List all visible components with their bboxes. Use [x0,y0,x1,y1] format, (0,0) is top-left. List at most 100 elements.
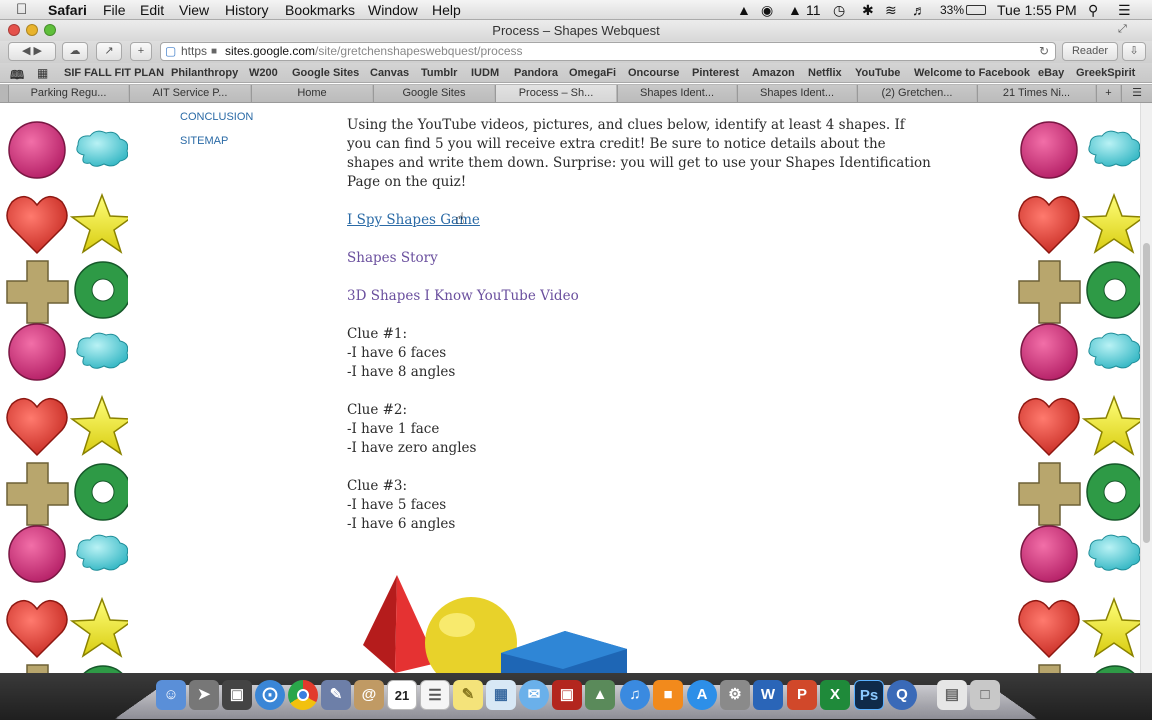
bookmark-item[interactable]: Canvas [370,67,409,79]
photo-icon[interactable]: ▣ [552,680,582,710]
safari-icon[interactable]: ⨀ [255,680,285,710]
menu-help[interactable]: Help [432,2,461,18]
time-machine-icon[interactable]: ◷ [833,2,845,19]
rocket-icon[interactable]: ➤ [189,680,219,710]
scrollbar-thumb[interactable] [1143,243,1150,543]
tab[interactable]: Parking Regu... [8,85,128,102]
stickies-icon[interactable]: ✎ [453,680,483,710]
menu-file[interactable]: File [103,2,126,18]
record-icon[interactable]: ◉ [761,2,773,19]
preview-icon[interactable]: ✎ [321,680,351,710]
wifi-icon[interactable]: ≋ [885,2,897,19]
fullscreen-icon[interactable]: ⤢ [1118,23,1127,36]
top-sites-icon[interactable]: ▦ [37,66,48,80]
tab[interactable]: (2) Gretchen... [857,85,976,102]
tab[interactable]: Shapes Ident... [737,85,856,102]
tab[interactable]: Home [251,85,372,102]
contacts-icon[interactable]: @ [354,680,384,710]
bookmark-item[interactable]: YouTube [855,67,900,79]
menu-window[interactable]: Window [368,2,418,18]
folder-icon[interactable]: ▤ [937,680,967,710]
tab[interactable]: Shapes Ident... [617,85,736,102]
window-titlebar[interactable]: Process – Shapes Webquest [0,20,1152,41]
excel-icon[interactable]: X [820,680,850,710]
photo-booth-icon[interactable]: ▣ [222,680,252,710]
quicktime-icon[interactable]: Q [887,680,917,710]
tab-overview-icon[interactable]: ☰ [1121,85,1152,102]
bookmark-item[interactable]: IUDM [471,67,499,79]
bookmark-item[interactable]: Philanthropy [171,67,238,79]
icloud-tabs-icon[interactable]: ☁ [62,42,88,61]
bookmark-item[interactable]: Pinterest [692,67,739,79]
menu-bookmarks[interactable]: Bookmarks [285,2,355,18]
tab-active[interactable]: Process – Sh... [495,85,616,102]
iphoto-icon[interactable]: ▲ [585,680,615,710]
reload-icon[interactable]: ↻ [1039,43,1049,60]
url-path: /site/gretchenshapeswebquest/process [315,44,523,58]
bookmark-item[interactable]: Amazon [752,67,795,79]
excel-label: X [829,686,840,703]
notification-icon[interactable]: ▲ [737,2,751,18]
bookmark-item[interactable]: Netflix [808,67,842,79]
apple-icon[interactable]:  [16,1,27,18]
youtube-video-link[interactable]: 3D Shapes I Know YouTube Video [347,287,947,306]
finder-icon[interactable]: ☺ [156,680,186,710]
bookmark-item[interactable]: OmegaFi [569,67,616,79]
ibooks-icon[interactable]: ■ [653,680,683,710]
menu-app-name[interactable]: Safari [48,2,87,18]
vertical-scrollbar[interactable] [1140,103,1152,673]
itunes-icon[interactable]: ♫ [620,680,650,710]
clock[interactable]: Tue 1:55 PM [997,2,1077,18]
back-forward-buttons[interactable]: ◀ ▶ [8,42,56,61]
address-bar[interactable]: ▢ https ■ sites.google.com/site/gretchen… [160,42,1056,61]
zoom-window-button[interactable] [44,24,56,36]
bookmark-item[interactable]: GreekSpirit [1076,67,1135,79]
nav-conclusion-link[interactable]: CONCLUSION [180,111,253,123]
shapes-border-left [6,121,128,673]
nav-sitemap-link[interactable]: SITEMAP [180,135,228,147]
powerpoint-icon[interactable]: P [787,680,817,710]
share-icon[interactable]: ↗ [96,42,122,61]
tab[interactable]: 21 Times Ni... [977,85,1095,102]
tab[interactable]: AIT Service P... [129,85,250,102]
bookmark-item[interactable]: Welcome to Facebook [914,67,1030,79]
download-icon[interactable]: ⇩ [1122,42,1146,61]
app-store-icon[interactable]: A [687,680,717,710]
messages-icon[interactable]: ✉ [519,680,549,710]
word-icon[interactable]: W [753,680,783,710]
bookmark-item[interactable]: Pandora [514,67,558,79]
menu-history[interactable]: History [225,2,269,18]
bookmark-item[interactable]: Oncourse [628,67,679,79]
new-tab-icon[interactable]: + [130,42,152,61]
minimize-window-button[interactable] [26,24,38,36]
bookmark-item[interactable]: Google Sites [292,67,359,79]
photoshop-icon[interactable]: Ps [854,680,884,710]
bookmark-item[interactable]: Tumblr [421,67,457,79]
bookmark-item[interactable]: eBay [1038,67,1064,79]
menu-view[interactable]: View [179,2,209,18]
textedit-icon[interactable]: ☰ [420,680,450,710]
notification-center-icon[interactable]: ☰ [1118,2,1131,19]
chrome-icon[interactable] [288,680,318,710]
menu-edit[interactable]: Edit [140,2,164,18]
adobe-icon[interactable]: ▲ [788,2,802,18]
battery-percent[interactable]: 33% [940,3,964,17]
reader-button[interactable]: Reader [1062,42,1118,61]
new-tab-button[interactable]: + [1096,85,1120,102]
bookmark-page-icon[interactable]: ▢ [165,43,176,60]
close-window-button[interactable] [8,24,20,36]
shapes-story-link[interactable]: Shapes Story [347,249,947,268]
ical-icon[interactable]: ▦ [486,680,516,710]
volume-icon[interactable]: ♬ [912,2,926,18]
spotlight-icon[interactable]: ⚲ [1088,2,1098,19]
bluetooth-icon[interactable]: ✱ [862,2,874,19]
bookmark-item[interactable]: SIF FALL FIT PLAN [64,67,164,79]
calendar-icon[interactable]: 21 [387,680,417,710]
system-prefs-icon[interactable]: ⚙ [720,680,750,710]
adobe-count: 11 [806,2,821,18]
bookmark-item[interactable]: W200 [249,67,278,79]
trash-icon[interactable]: □ [970,680,1000,710]
tab[interactable]: Google Sites [373,85,494,102]
battery-icon[interactable] [966,5,986,15]
clue-1: Clue #1: -I have 6 faces -I have 8 angle… [347,325,947,382]
